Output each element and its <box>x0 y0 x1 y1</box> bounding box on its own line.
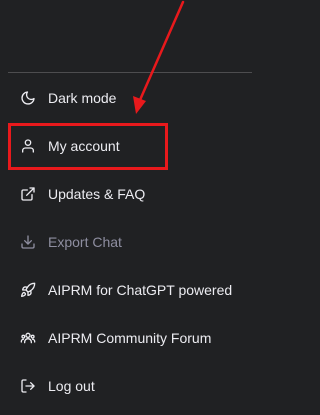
menu-divider <box>8 72 252 73</box>
rocket-icon <box>20 282 36 298</box>
menu-item-label: AIPRM Community Forum <box>48 330 212 346</box>
annotation-highlight-box <box>8 123 168 170</box>
download-icon <box>20 234 36 250</box>
community-icon <box>20 330 36 346</box>
logout-icon <box>20 378 36 394</box>
menu-item-label: Dark mode <box>48 90 117 106</box>
external-link-icon <box>20 186 36 202</box>
menu-item-aiprm-powered[interactable]: AIPRM for ChatGPT powered <box>8 266 252 314</box>
account-menu-panel: Dark mode My account Updates & FAQ Expor… <box>0 0 259 415</box>
menu-item-label: AIPRM for ChatGPT powered <box>48 282 233 298</box>
menu-item-dark-mode[interactable]: Dark mode <box>8 74 252 122</box>
menu-item-community-forum[interactable]: AIPRM Community Forum <box>8 314 252 362</box>
menu-item-label: Log out <box>48 378 95 394</box>
menu-item-updates-faq[interactable]: Updates & FAQ <box>8 170 252 218</box>
menu-item-export-chat: Export Chat <box>8 218 252 266</box>
menu-item-label: Export Chat <box>48 234 122 250</box>
moon-icon <box>20 90 36 106</box>
menu-item-label: Updates & FAQ <box>48 186 146 202</box>
menu-item-log-out[interactable]: Log out <box>8 362 252 410</box>
